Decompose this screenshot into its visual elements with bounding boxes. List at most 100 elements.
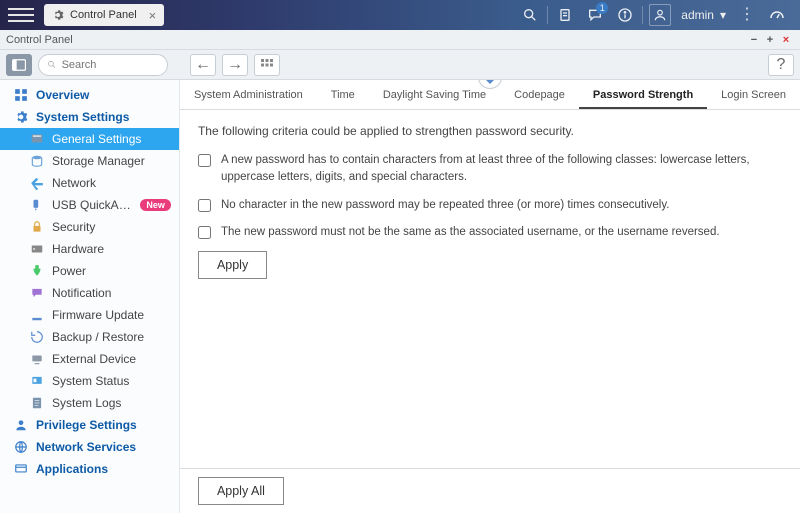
sidebar-item-general-settings[interactable]: General Settings	[0, 128, 179, 150]
search-button[interactable]	[515, 0, 545, 30]
tab-codepage[interactable]: Codepage	[500, 83, 579, 109]
sidebar-item-system-status[interactable]: System Status	[0, 370, 179, 392]
sidebar-item-label: Applications	[36, 462, 171, 476]
app-tab-control-panel[interactable]: Control Panel ×	[44, 4, 164, 26]
sidebar-item-network-services[interactable]: Network Services	[0, 436, 179, 458]
criteria-label: No character in the new password may be …	[221, 197, 670, 214]
window-title-bar: Control Panel − + ×	[0, 30, 800, 50]
sidebar-search[interactable]	[38, 54, 168, 76]
sidebar-item-label: USB QuickAccess	[52, 198, 132, 212]
sidebar-item-external-device[interactable]: External Device	[0, 348, 179, 370]
sidebar-item-label: Privilege Settings	[36, 418, 171, 432]
sidebar-item-label: System Settings	[36, 110, 171, 124]
nav-item-icon	[30, 154, 44, 168]
criteria-row: A new password has to contain characters…	[198, 152, 782, 187]
nav-grid-button[interactable]	[254, 54, 280, 76]
sidebar-item-hardware[interactable]: Hardware	[0, 238, 179, 260]
criteria-label: The new password must not be the same as…	[221, 224, 720, 241]
intro-text: The following criteria could be applied …	[198, 124, 782, 138]
window-close-button[interactable]: ×	[778, 34, 794, 46]
sidebar-item-privilege[interactable]: Privilege Settings	[0, 414, 179, 436]
sidebar-icon	[12, 59, 26, 71]
dashboard-button[interactable]	[762, 0, 792, 30]
help-icon: ?	[777, 56, 786, 74]
notification-badge: 1	[596, 2, 608, 14]
sidebar-item-overview[interactable]: Overview	[0, 84, 179, 106]
criteria-checkbox-2[interactable]	[198, 226, 211, 239]
window-title: Control Panel	[6, 34, 73, 46]
sidebar-item-power[interactable]: Power	[0, 260, 179, 282]
close-tab-button[interactable]: ×	[149, 8, 157, 23]
criteria-row: The new password must not be the same as…	[198, 224, 782, 241]
sidebar-item-label: Network Services	[36, 440, 171, 454]
arrow-right-icon: →	[227, 56, 243, 74]
grid-icon	[261, 59, 273, 71]
sidebar-item-system-settings[interactable]: System Settings	[0, 106, 179, 128]
sidebar-item-applications[interactable]: Applications	[0, 458, 179, 480]
gear-icon	[52, 9, 64, 21]
criteria-checkbox-0[interactable]	[198, 154, 211, 167]
sidebar-item-label: Network	[52, 176, 171, 190]
info-icon	[617, 7, 633, 23]
sidebar-item-label: System Status	[52, 374, 171, 388]
nav-item-icon	[30, 286, 44, 300]
gear-icon	[14, 110, 28, 124]
criteria-row: No character in the new password may be …	[198, 197, 782, 214]
user-avatar[interactable]	[649, 4, 671, 26]
nav-item-icon	[30, 330, 44, 344]
window-maximize-button[interactable]: +	[762, 34, 778, 46]
tab-login-screen[interactable]: Login Screen	[707, 83, 800, 109]
globe-icon	[14, 440, 28, 454]
info-button[interactable]	[610, 0, 640, 30]
sidebar-item-network[interactable]: Network	[0, 172, 179, 194]
sidebar-item-notification[interactable]: Notification	[0, 282, 179, 304]
tab-password-strength[interactable]: Password Strength	[579, 83, 707, 109]
apply-all-button[interactable]: Apply All	[198, 477, 284, 505]
tab-system-administration[interactable]: System Administration	[180, 83, 317, 109]
sidebar-item-label: External Device	[52, 352, 171, 366]
more-button[interactable]: ⋮	[732, 0, 762, 30]
help-button[interactable]: ?	[768, 54, 794, 76]
nav-item-icon	[30, 198, 44, 212]
user-label: admin	[681, 8, 714, 22]
nav-item-icon	[30, 176, 44, 190]
sidebar-item-label: Power	[52, 264, 171, 278]
tab-time[interactable]: Time	[317, 83, 369, 109]
sidebar-item-label: Storage Manager	[52, 154, 171, 168]
criteria-checkbox-1[interactable]	[198, 199, 211, 212]
sub-tab-bar: System AdministrationTimeDaylight Saving…	[180, 80, 800, 110]
nav-item-icon	[30, 374, 44, 388]
nav-item-icon	[30, 396, 44, 410]
sidebar-item-security[interactable]: Security	[0, 216, 179, 238]
kebab-icon: ⋮	[739, 13, 755, 17]
top-bar: Control Panel × 1 admin ▾ ⋮	[0, 0, 800, 30]
window-minimize-button[interactable]: −	[746, 34, 762, 46]
nav-item-icon	[30, 242, 44, 256]
sidebar-item-backup-restore[interactable]: Backup / Restore	[0, 326, 179, 348]
sidebar-item-label: Overview	[36, 88, 171, 102]
apply-button[interactable]: Apply	[198, 251, 267, 279]
user-menu[interactable]: admin ▾	[675, 8, 732, 22]
arrow-left-icon: ←	[195, 56, 211, 74]
content-footer: Apply All	[180, 468, 800, 513]
sidebar-item-label: Backup / Restore	[52, 330, 171, 344]
sidebar-item-usb-quickaccess[interactable]: USB QuickAccessNew	[0, 194, 179, 216]
notifications-button[interactable]: 1	[580, 0, 610, 30]
nav-item-icon	[30, 220, 44, 234]
nav-forward-button[interactable]: →	[222, 54, 248, 76]
tasks-button[interactable]	[550, 0, 580, 30]
sidebar-item-storage-manager[interactable]: Storage Manager	[0, 150, 179, 172]
search-icon	[522, 7, 538, 23]
sidebar-item-label: General Settings	[52, 132, 171, 146]
sidebar-item-firmware-update[interactable]: Firmware Update	[0, 304, 179, 326]
criteria-label: A new password has to contain characters…	[221, 152, 782, 187]
sidebar-search-input[interactable]	[62, 59, 159, 71]
sidebar-item-system-logs[interactable]: System Logs	[0, 392, 179, 414]
menu-button[interactable]	[8, 4, 34, 26]
tab-daylight-saving-time[interactable]: Daylight Saving Time	[369, 83, 500, 109]
apps-icon	[14, 462, 28, 476]
app-tab-label: Control Panel	[70, 9, 137, 21]
nav-back-button[interactable]: ←	[190, 54, 216, 76]
person-icon	[653, 8, 667, 22]
toggle-sidebar-button[interactable]	[6, 54, 32, 76]
